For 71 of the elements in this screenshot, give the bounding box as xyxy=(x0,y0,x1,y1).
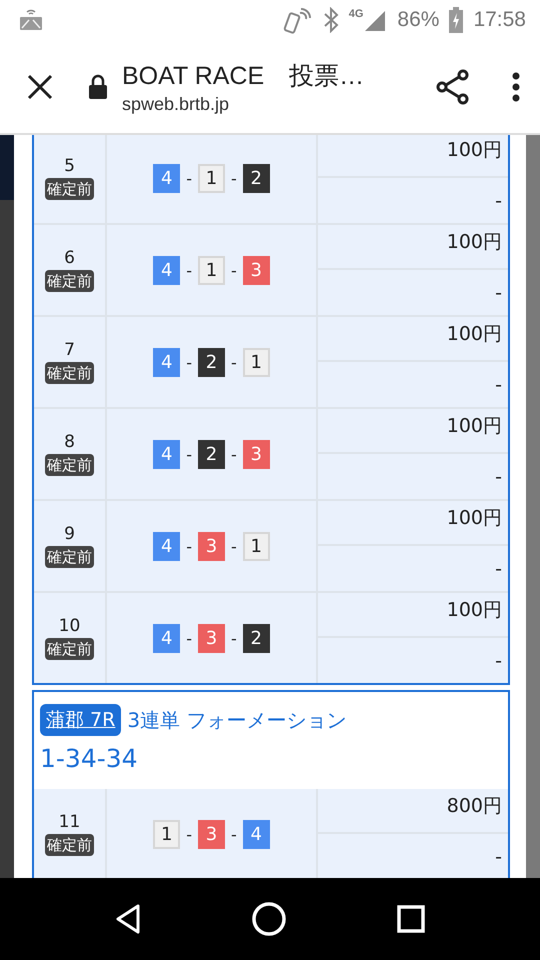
boat-number: 3 xyxy=(242,440,270,468)
dash: - xyxy=(230,628,238,648)
dash: - xyxy=(230,352,238,372)
bet-number: 10 xyxy=(58,616,80,636)
boat-number: 4 xyxy=(153,624,180,652)
boat-number: 1 xyxy=(198,164,225,192)
page-url: spweb.brtb.jp xyxy=(122,94,230,114)
bet-number: 8 xyxy=(64,432,75,452)
battery-level: 86% xyxy=(397,8,440,32)
boat-number: 2 xyxy=(242,164,270,192)
boat-number: 1 xyxy=(198,256,225,284)
page-title: BOAT RACE 投票… xyxy=(122,60,366,92)
boat-number: 1 xyxy=(242,348,270,376)
dash: - xyxy=(230,444,238,464)
bet-amount: 100円 xyxy=(318,593,508,638)
bet-amount: 100円 xyxy=(318,135,508,178)
status-badge: 確定前 xyxy=(45,834,94,856)
status-badge: 確定前 xyxy=(45,270,94,292)
boat-number: 4 xyxy=(153,440,180,468)
boat-number: 2 xyxy=(198,348,225,376)
payout-amount: - xyxy=(494,188,503,214)
dash: - xyxy=(185,444,193,464)
boat-number: 1 xyxy=(153,820,180,848)
bet-number: 7 xyxy=(64,340,75,360)
venue-race-link[interactable]: 蒲郡 7R xyxy=(40,704,122,736)
boat-number: 3 xyxy=(198,820,225,848)
payout-amount: - xyxy=(494,280,503,306)
payout-amount: - xyxy=(494,648,503,674)
boat-number: 4 xyxy=(153,164,180,192)
bet-type: 3連単 フォーメーション xyxy=(127,706,346,734)
bet-number: 9 xyxy=(64,524,75,544)
boat-number: 2 xyxy=(198,440,225,468)
boat-number: 3 xyxy=(242,256,270,284)
bet-number: 5 xyxy=(64,156,75,176)
status-badge: 確定前 xyxy=(45,638,94,660)
boat-number: 4 xyxy=(153,532,180,560)
bet-amount: 100円 xyxy=(318,225,508,270)
bet-number: 11 xyxy=(58,812,80,832)
payout-amount: - xyxy=(494,372,503,398)
dash: - xyxy=(230,536,238,556)
boat-number: 2 xyxy=(242,624,270,652)
bet-amount: 100円 xyxy=(318,409,508,454)
bet-number: 6 xyxy=(64,248,75,268)
dash: - xyxy=(185,168,193,188)
dash: - xyxy=(230,168,238,188)
status-badge: 確定前 xyxy=(45,362,94,384)
boat-number: 1 xyxy=(242,532,270,560)
status-badge: 確定前 xyxy=(45,454,94,476)
dash: - xyxy=(230,260,238,280)
boat-number: 3 xyxy=(198,624,225,652)
payout-amount: - xyxy=(494,464,503,490)
boat-number: 3 xyxy=(198,532,225,560)
dash: - xyxy=(230,824,238,844)
dash: - xyxy=(185,824,193,844)
dash: - xyxy=(185,352,193,372)
bet-amount: 800円 xyxy=(318,789,508,834)
clock: 17:58 xyxy=(473,8,526,32)
network-type: 4G xyxy=(348,8,364,20)
dash: - xyxy=(185,628,193,648)
status-badge: 確定前 xyxy=(45,546,94,568)
combination-text: 1-34-34 xyxy=(40,744,139,775)
boat-number: 4 xyxy=(153,348,180,376)
bet-amount: 100円 xyxy=(318,501,508,546)
boat-number: 4 xyxy=(153,256,180,284)
dash: - xyxy=(185,536,193,556)
dash: - xyxy=(185,260,193,280)
bet-amount: 100円 xyxy=(318,317,508,362)
boat-number: 4 xyxy=(242,820,270,848)
payout-amount: - xyxy=(494,844,503,870)
payout-amount: - xyxy=(494,556,503,582)
status-badge: 確定前 xyxy=(45,178,94,200)
